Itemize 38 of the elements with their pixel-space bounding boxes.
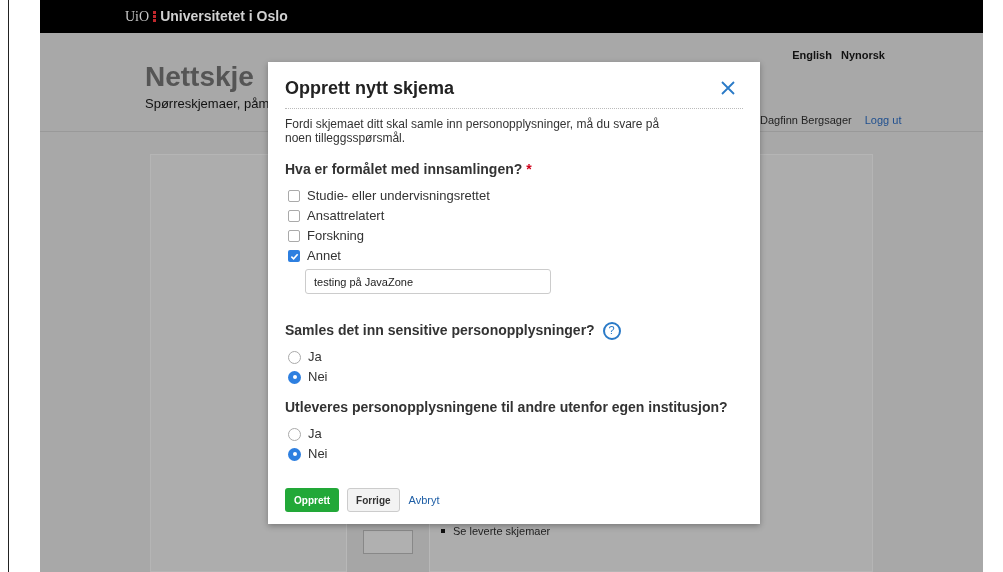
intro-text: Fordi skjemaet ditt skal samle inn personopplysninger, må du svare på noen tilleggsspørsmål. — [285, 117, 661, 145]
bullet-icon — [441, 529, 445, 534]
logo-dots-icon — [153, 11, 157, 22]
checkbox[interactable] — [288, 230, 300, 242]
language-link[interactable]: English — [792, 47, 832, 64]
option-label: Nei — [308, 368, 328, 387]
checkbox[interactable] — [288, 250, 300, 262]
close-icon[interactable] — [721, 81, 735, 95]
input-field[interactable]: testing på JavaZone — [305, 269, 551, 294]
option-label: Annet — [307, 247, 341, 266]
language-link[interactable]: Nynorsk — [840, 47, 885, 64]
dialog-title: Opprett nytt skjema — [285, 76, 455, 100]
radio-button[interactable] — [288, 427, 301, 441]
option-label: Ja — [308, 348, 322, 367]
user-name: Dagfinn Bergsager — [760, 113, 852, 128]
option-label: Ja — [308, 425, 322, 444]
dialog-button[interactable]: Forrige — [347, 488, 400, 512]
cancel-link[interactable]: Avbryt — [407, 491, 441, 509]
site-title: Nettskje — [145, 60, 255, 94]
university-name: Universitetet i Oslo — [160, 7, 288, 26]
question-label: Utleveres personopplysningene til andre utenfor egen institusjon? — [285, 398, 728, 417]
checkbox[interactable] — [288, 190, 300, 202]
question-label: Hva er formålet med innsamlingen? — [285, 160, 523, 179]
option-label: Forskning — [307, 227, 365, 246]
site-subtitle: Spørreskjemaer, påm — [145, 95, 270, 113]
radio-button[interactable] — [288, 370, 301, 384]
checkbox[interactable] — [288, 210, 300, 222]
list-link[interactable]: Se leverte skjemaer — [453, 523, 551, 540]
radio-button[interactable] — [288, 350, 301, 364]
question-label: Samles det inn sensitive personopplysninger? — [285, 321, 595, 340]
option-label: Nei — [308, 445, 328, 464]
required-mark: * — [526, 160, 532, 179]
help-icon[interactable]: ? — [602, 321, 621, 340]
logout-link[interactable]: Logg ut — [864, 112, 902, 129]
option-label: Ansattrelatert — [307, 207, 385, 226]
radio-button[interactable] — [288, 447, 301, 461]
option-label: Studie- eller undervisningsrettet — [307, 187, 490, 206]
logo-mark: UiO — [125, 8, 150, 26]
